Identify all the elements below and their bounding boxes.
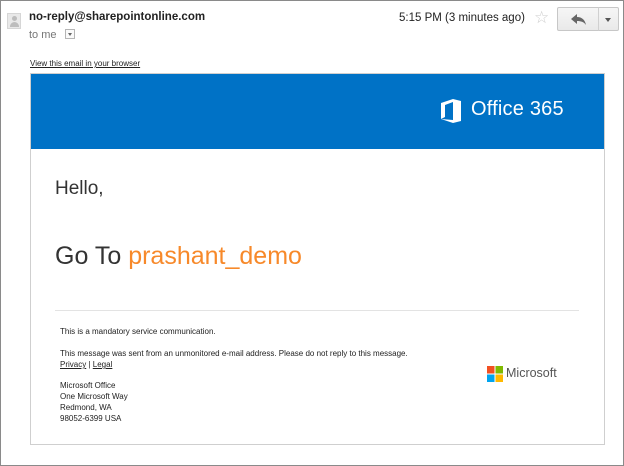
sender-address: no-reply@sharepointonline.com xyxy=(29,11,206,23)
email-body-card: Office 365 Hello, Go To prashant_demo Th… xyxy=(30,73,605,445)
postal-address: 98052-6399 USA xyxy=(60,414,122,423)
show-details-dropdown-icon[interactable] xyxy=(65,29,75,39)
divider xyxy=(55,310,579,311)
office-logo-icon xyxy=(441,99,461,123)
microsoft-logo-icon xyxy=(487,366,503,382)
goto-prefix: Go To xyxy=(55,242,122,270)
site-link[interactable]: prashant_demo xyxy=(128,242,302,270)
timestamp: 5:15 PM (3 minutes ago) xyxy=(399,12,525,24)
privacy-link[interactable]: Privacy xyxy=(60,360,86,369)
microsoft-brand-text: Microsoft xyxy=(506,366,557,380)
street-address: One Microsoft Way xyxy=(60,392,128,401)
company-name: Microsoft Office xyxy=(60,381,116,390)
more-actions-button[interactable] xyxy=(598,7,619,31)
star-icon[interactable]: ☆ xyxy=(534,8,549,28)
sender-avatar-icon xyxy=(7,13,21,29)
goto-heading: Go To prashant_demo xyxy=(55,242,302,271)
city-address: Redmond, WA xyxy=(60,403,112,412)
legal-link[interactable]: Legal xyxy=(93,360,113,369)
unmonitored-notice: This message was sent from an unmonitore… xyxy=(60,349,408,358)
office365-brand-text: Office 365 xyxy=(471,98,564,120)
office365-banner: Office 365 xyxy=(31,74,604,149)
mandatory-notice: This is a mandatory service communicatio… xyxy=(60,327,216,336)
reply-button[interactable] xyxy=(557,7,599,31)
legal-links: Privacy | Legal xyxy=(60,360,112,371)
recipient-label: to me xyxy=(29,29,57,41)
link-separator: | xyxy=(88,360,91,369)
greeting-text: Hello, xyxy=(55,178,104,199)
reply-icon xyxy=(571,14,586,25)
view-in-browser-link[interactable]: View this email in your browser xyxy=(30,59,140,68)
